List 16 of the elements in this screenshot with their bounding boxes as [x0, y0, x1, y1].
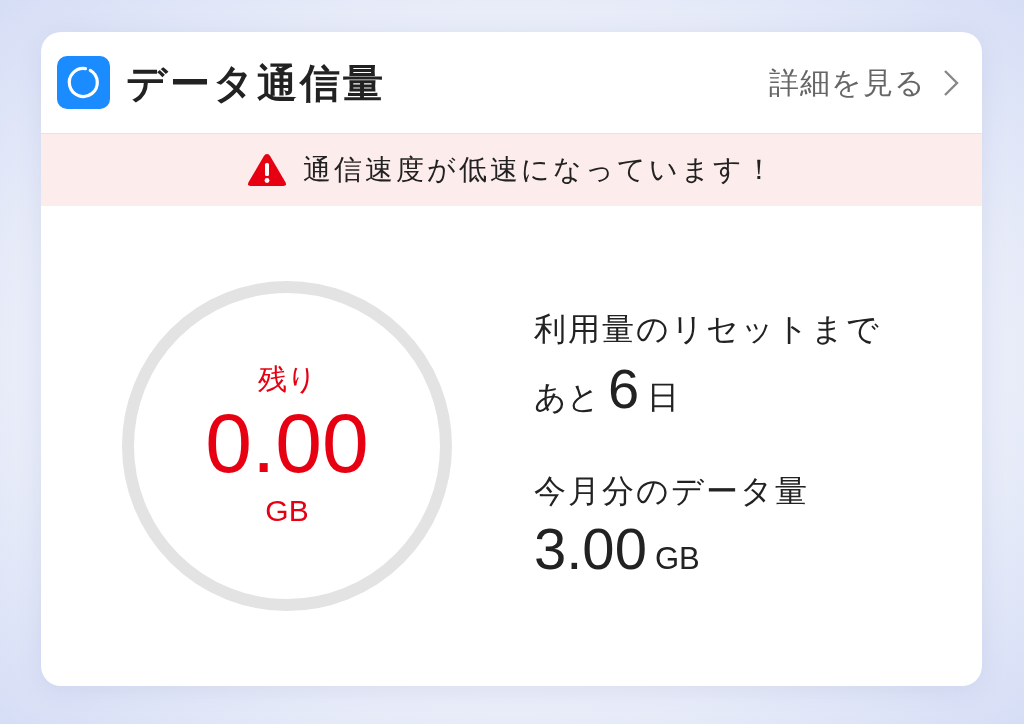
warning-icon	[247, 152, 287, 188]
app-icon	[57, 56, 110, 109]
monthly-unit: GB	[654, 539, 700, 578]
remaining-value: 0.00	[205, 396, 369, 490]
warning-message: 通信速度が低速になっています！	[303, 153, 776, 187]
chevron-right-icon	[942, 68, 960, 97]
reset-label: 利用量のリセットまで	[534, 309, 881, 349]
remaining-label: 残り	[257, 361, 317, 397]
monthly-label: 今月分のデータ量	[534, 472, 810, 512]
reset-days: 6	[608, 358, 640, 420]
widget-title: データ通信量	[126, 59, 386, 107]
remaining-unit: GB	[265, 493, 309, 530]
reset-prefix: あと	[534, 378, 600, 418]
monthly-value: 3.00	[534, 516, 647, 581]
details-link[interactable]: 詳細を見る	[769, 60, 960, 105]
reset-suffix: 日	[647, 378, 680, 418]
